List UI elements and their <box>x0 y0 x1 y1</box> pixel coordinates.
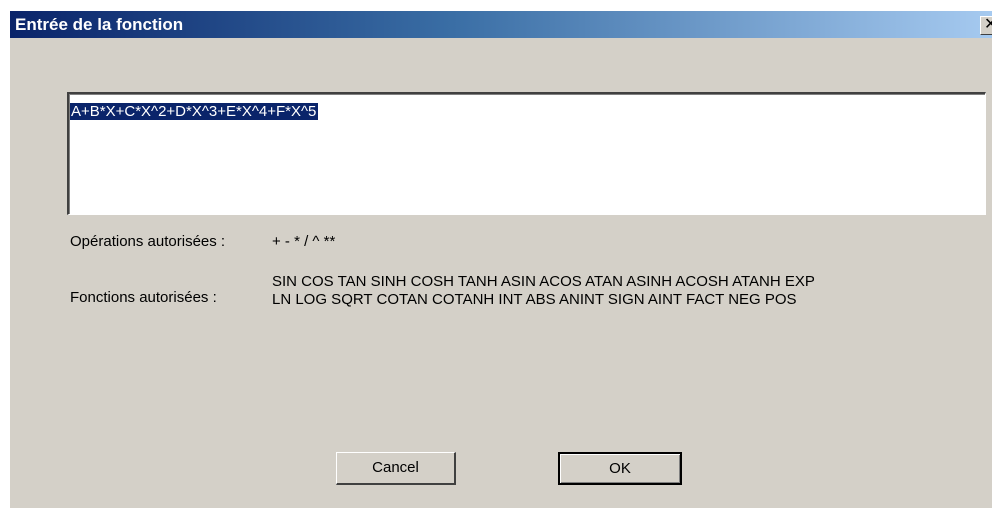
close-button[interactable]: ✕ <box>980 16 992 35</box>
dialog-title: Entrée de la fonction <box>15 15 184 34</box>
ok-button[interactable]: OK <box>558 452 682 485</box>
close-icon: ✕ <box>984 17 992 33</box>
functions-label: Fonctions autorisées : <box>70 289 217 306</box>
dialog-window: Entrée de la fonction ✕ A+B*X+C*X^2+D*X^… <box>9 11 992 508</box>
operations-value: + - * / ^ ** <box>272 233 336 250</box>
title-bar[interactable]: Entrée de la fonction ✕ <box>10 11 992 38</box>
operations-label: Opérations autorisées : <box>70 233 226 250</box>
functions-line-1: SIN COS TAN SINH COSH TANH ASIN ACOS ATA… <box>272 273 815 290</box>
formula-input[interactable]: A+B*X+C*X^2+D*X^3+E*X^4+F*X^5 <box>67 92 986 215</box>
formula-selected-text[interactable]: A+B*X+C*X^2+D*X^3+E*X^4+F*X^5 <box>70 103 319 120</box>
functions-line-2: LN LOG SQRT COTAN COTANH INT ABS ANINT S… <box>272 291 797 308</box>
cancel-button[interactable]: Cancel <box>336 452 456 485</box>
